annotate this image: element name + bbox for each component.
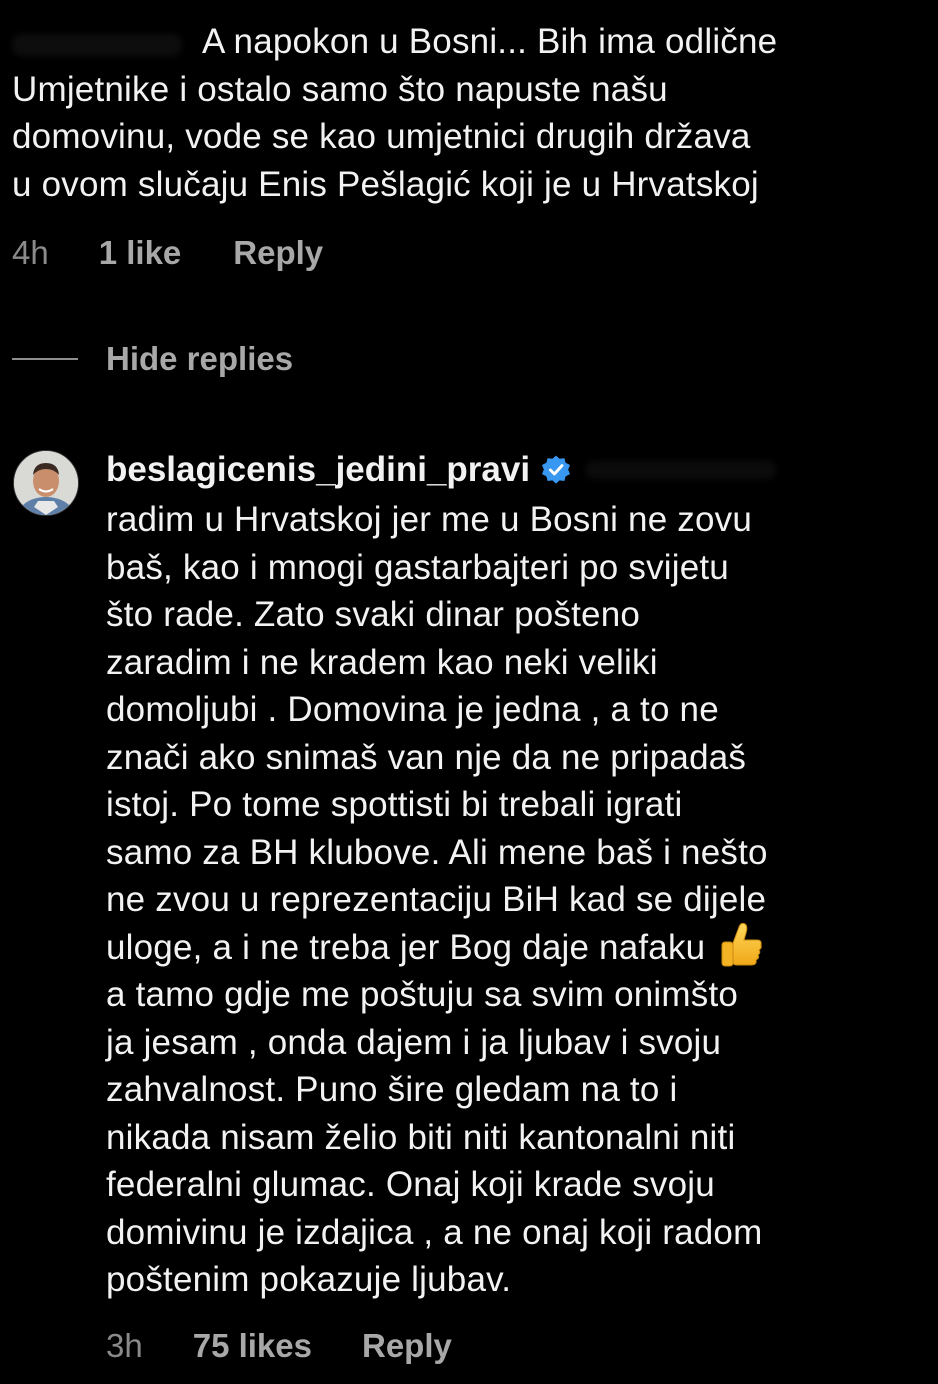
thumbs-up-icon bbox=[721, 923, 763, 967]
comment-line: uloge, a i ne treba jer Bog daje nafaku bbox=[106, 927, 706, 967]
comment-line: a tamo gdje me poštuju sa svim onimšto bbox=[106, 975, 739, 1015]
comment-line: nikada nisam želio biti niti kantonalni … bbox=[106, 1117, 736, 1157]
comment-line: ja jesam , onda dajem i ja ljubav i svoj… bbox=[106, 1022, 722, 1062]
divider-line bbox=[12, 358, 78, 360]
comment-line: baš, kao i mnogi gastarbajteri po svijet… bbox=[106, 547, 729, 587]
avatar-image bbox=[14, 451, 78, 515]
verified-badge-icon bbox=[542, 455, 571, 484]
comment-line: što rade. Zato svaki dinar pošteno bbox=[106, 595, 641, 634]
top-comment-text: A napokon u Bosni... Bih ima odlične Umj… bbox=[12, 18, 932, 208]
comment-line: u ovom slučaju Enis Pešlagić koji je u H… bbox=[12, 164, 759, 204]
timestamp: 4h bbox=[12, 234, 49, 271]
timestamp: 3h bbox=[106, 1327, 143, 1364]
comment-line: radim u Hrvatskoj jer me u Bosni ne zovu bbox=[106, 500, 753, 539]
username-link[interactable]: beslagicenis_jedini_pravi bbox=[106, 450, 530, 490]
hide-replies-button[interactable]: Hide replies bbox=[12, 340, 293, 378]
comment-line: domoljubi . Domovina je jedna , a to ne bbox=[106, 690, 719, 729]
comment-line: domivinu je izdajica , a ne onaj koji ra… bbox=[106, 1212, 763, 1252]
comment-line: samo za BH klubove. Ali mene baš i nešto bbox=[106, 832, 768, 872]
comment-line: federalni glumac. Onaj koji krade svoju bbox=[106, 1165, 715, 1205]
reply-button[interactable]: Reply bbox=[233, 234, 323, 272]
hide-replies-label: Hide replies bbox=[106, 340, 294, 377]
comment-line: zaradim i ne kradem kao neki veliki bbox=[106, 642, 658, 682]
comment-line: A napokon u Bosni... Bih ima odlične bbox=[202, 22, 778, 61]
top-comment-meta: 4h 1 like Reply bbox=[12, 234, 323, 272]
comment-line: znači ako snimaš van nje da ne pripadaš bbox=[106, 737, 747, 777]
likes-count[interactable]: 75 likes bbox=[193, 1327, 312, 1365]
comment-line: ne zvou u reprezentaciju BiH kad se dije… bbox=[106, 880, 767, 919]
likes-count[interactable]: 1 like bbox=[99, 234, 182, 272]
comment-line: zahvalnost. Puno šire gledam na to i bbox=[106, 1070, 678, 1110]
reply-comment-text: radim u Hrvatskoj jer me u Bosni ne zovu… bbox=[106, 496, 932, 1304]
redacted-text bbox=[586, 461, 777, 479]
comment-line: domovinu, vode se kao umjetnici drugih d… bbox=[12, 117, 751, 156]
comment-line: Umjetnike i ostalo samo što napuste našu bbox=[12, 69, 668, 109]
reply-header: beslagicenis_jedini_pravi bbox=[106, 450, 777, 490]
reply-comment-meta: 3h 75 likes Reply bbox=[106, 1327, 452, 1365]
avatar[interactable] bbox=[13, 450, 79, 516]
comment-line-with-emoji: uloge, a i ne treba jer Bog daje nafaku bbox=[106, 923, 932, 972]
comment-line: istoj. Po tome spottisti bi trebali igra… bbox=[106, 785, 683, 824]
reply-button[interactable]: Reply bbox=[362, 1327, 452, 1365]
comment-line: poštenim pokazuje ljubav. bbox=[106, 1260, 512, 1300]
